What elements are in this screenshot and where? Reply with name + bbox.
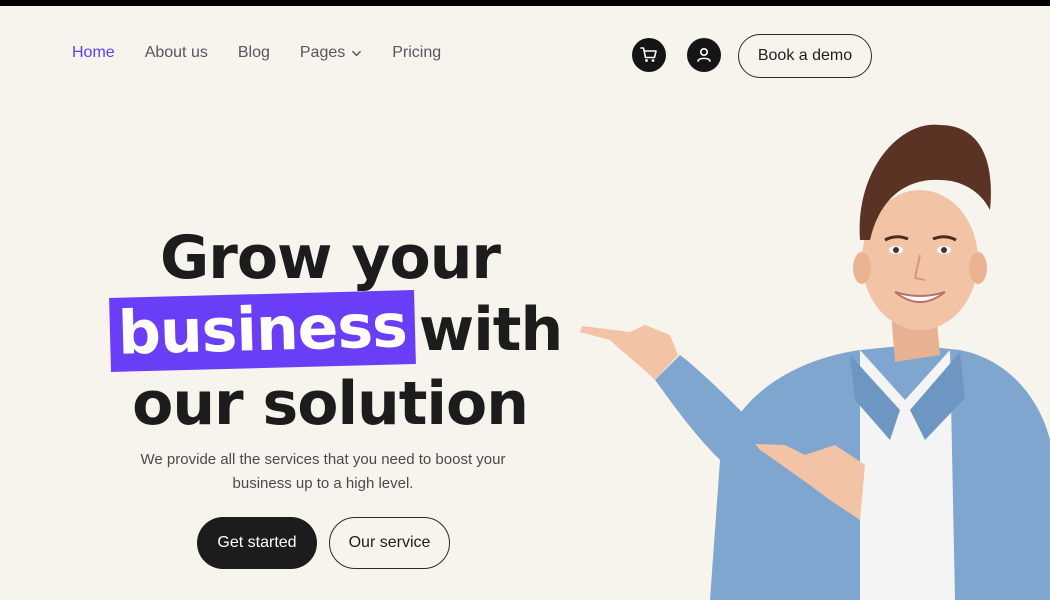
nav-item-blog[interactable]: Blog [238, 44, 270, 62]
headline-line-1: Grow your [159, 223, 501, 293]
cart-icon [640, 47, 657, 62]
headline-line-2: business with [109, 290, 563, 372]
main-nav: Home About us Blog Pages Pricing [72, 44, 471, 62]
window-top-strip [0, 0, 1050, 6]
hero-section: Grow your business with our solution [109, 222, 563, 440]
user-icon [697, 47, 711, 62]
nav-item-home[interactable]: Home [72, 44, 115, 62]
our-service-button[interactable]: Our service [329, 517, 450, 569]
user-button[interactable] [687, 38, 721, 72]
headline-line-2-rest: with [418, 295, 563, 365]
cart-button[interactable] [632, 38, 666, 72]
nav-item-pricing[interactable]: Pricing [392, 44, 441, 62]
hero-headline: Grow your business with our solution [109, 222, 563, 440]
headline-line-3: our solution [132, 369, 529, 439]
headline-highlight: business [109, 290, 416, 372]
hero-subtitle: We provide all the services that you nee… [140, 451, 506, 492]
chevron-down-icon [352, 50, 362, 56]
nav-item-pages[interactable]: Pages [300, 44, 362, 62]
get-started-button[interactable]: Get started [197, 517, 317, 569]
book-demo-button[interactable]: Book a demo [738, 34, 872, 78]
nav-item-pages-label: Pages [299, 44, 346, 61]
hero-person-image [580, 124, 1050, 600]
nav-item-about-us[interactable]: About us [145, 44, 208, 62]
